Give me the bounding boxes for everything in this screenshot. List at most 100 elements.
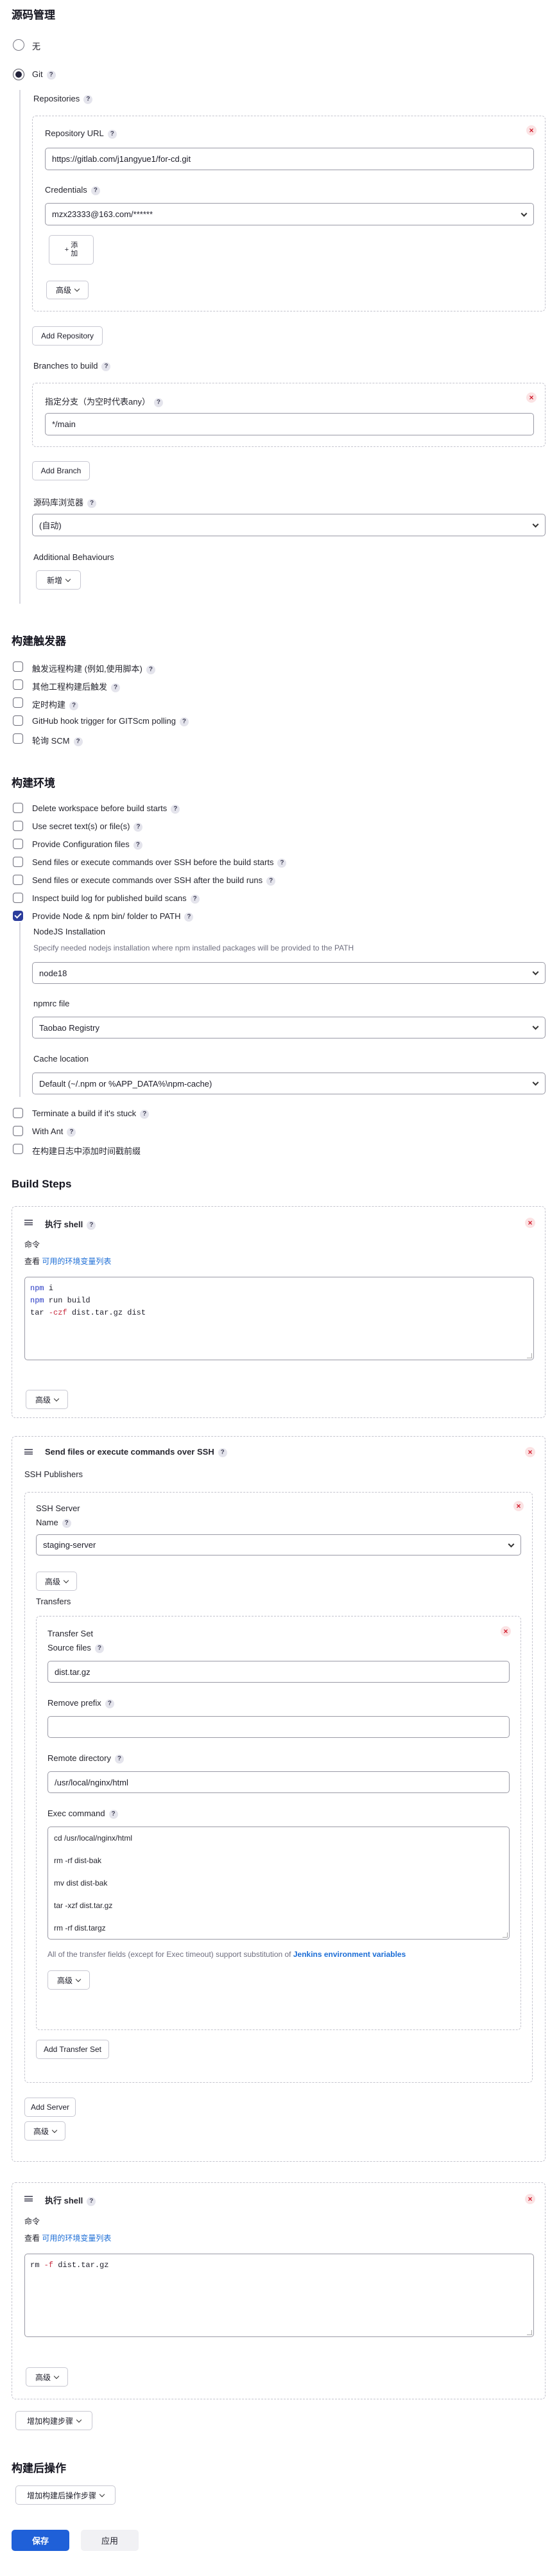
radio-git[interactable] bbox=[13, 69, 24, 80]
checkbox[interactable] bbox=[13, 697, 23, 708]
help-icon[interactable]: ? bbox=[87, 2196, 96, 2206]
checkbox[interactable] bbox=[13, 679, 23, 690]
browser-select[interactable]: (自动) bbox=[32, 514, 546, 536]
delete-server-icon[interactable]: × bbox=[513, 1501, 524, 1511]
help-icon[interactable]: ? bbox=[277, 858, 287, 868]
transfer-advanced-button[interactable]: 高级 bbox=[47, 1970, 90, 1990]
help-icon[interactable]: ? bbox=[46, 70, 56, 80]
shell-1-command-editor[interactable]: npm i npm run build tar -czf dist.tar.gz d… bbox=[24, 1277, 534, 1360]
delete-step-icon[interactable]: × bbox=[525, 1447, 535, 1457]
code-line: npm run build bbox=[30, 1295, 528, 1307]
help-icon[interactable]: ? bbox=[108, 1809, 118, 1819]
help-icon[interactable]: ? bbox=[184, 912, 194, 922]
add-credentials-button[interactable]: + 添 加 bbox=[49, 235, 94, 265]
help-icon[interactable]: ? bbox=[107, 129, 117, 139]
checkbox[interactable] bbox=[13, 839, 23, 849]
help-icon[interactable]: ? bbox=[62, 1518, 71, 1528]
help-icon[interactable]: ? bbox=[266, 876, 276, 886]
resize-handle-icon[interactable] bbox=[503, 1932, 508, 1938]
remove-prefix-input[interactable] bbox=[47, 1716, 510, 1738]
help-icon[interactable]: ? bbox=[153, 398, 163, 407]
add-behaviour-button[interactable]: 新增 bbox=[36, 570, 81, 590]
branch-input[interactable]: */main bbox=[45, 413, 534, 435]
help-icon[interactable]: ? bbox=[114, 1754, 124, 1764]
delete-repository-icon[interactable]: × bbox=[526, 125, 537, 136]
checkbox[interactable] bbox=[13, 733, 23, 744]
drag-handle-icon[interactable] bbox=[24, 1449, 33, 1455]
checkbox[interactable] bbox=[13, 893, 23, 903]
chevron-down-icon bbox=[51, 2127, 58, 2133]
resize-handle-icon[interactable] bbox=[527, 1353, 532, 1358]
shell-2-advanced-button[interactable]: 高级 bbox=[26, 2367, 68, 2387]
help-icon[interactable]: ? bbox=[171, 804, 180, 814]
help-icon[interactable]: ? bbox=[94, 1643, 104, 1653]
checkbox[interactable] bbox=[13, 911, 23, 921]
add-post-build-button[interactable]: 增加构建后操作步骤 bbox=[15, 2485, 116, 2505]
shell-1-advanced-button[interactable]: 高级 bbox=[26, 1390, 68, 1409]
checkbox[interactable] bbox=[13, 1144, 23, 1154]
checkbox[interactable] bbox=[13, 803, 23, 813]
help-icon[interactable]: ? bbox=[218, 1448, 227, 1457]
add-server-button[interactable]: Add Server bbox=[24, 2098, 76, 2117]
exec-line: cd /usr/local/nginx/html bbox=[54, 1834, 133, 1843]
help-icon[interactable]: ? bbox=[90, 186, 100, 195]
delete-step-icon[interactable]: × bbox=[525, 2194, 535, 2204]
help-icon[interactable]: ? bbox=[87, 498, 97, 508]
help-icon[interactable]: ? bbox=[111, 683, 121, 692]
radio-none[interactable] bbox=[13, 39, 24, 51]
ssh-advanced-button[interactable]: 高级 bbox=[24, 2121, 65, 2141]
ssh-name-select[interactable]: staging-server bbox=[36, 1534, 521, 1555]
jenkins-env-vars-link[interactable]: Jenkins environment variables bbox=[293, 1950, 406, 1959]
repo-advanced-button[interactable]: 高级 bbox=[46, 281, 89, 299]
drag-handle-icon[interactable] bbox=[24, 1220, 33, 1225]
node-indent-bar bbox=[19, 922, 21, 1097]
shell-2-command-editor[interactable]: rm -f dist.tar.gz bbox=[24, 2254, 534, 2337]
repositories-label: Repositories? bbox=[33, 94, 93, 104]
help-icon[interactable]: ? bbox=[190, 894, 200, 904]
add-repository-button[interactable]: Add Repository bbox=[32, 326, 103, 346]
exec-command-textarea[interactable]: cd /usr/local/nginx/html rm -rf dist-bak m… bbox=[47, 1827, 510, 1940]
checkbox[interactable] bbox=[13, 875, 23, 885]
checkbox[interactable] bbox=[13, 662, 23, 672]
add-transfer-set-button[interactable]: Add Transfer Set bbox=[36, 2040, 109, 2059]
nodejs-value: node18 bbox=[39, 968, 67, 978]
help-icon[interactable]: ? bbox=[67, 1127, 76, 1137]
credentials-select[interactable]: mzx23333@163.com/****** bbox=[45, 203, 534, 225]
nodejs-select[interactable]: node18 bbox=[32, 962, 546, 984]
help-icon[interactable]: ? bbox=[133, 822, 143, 832]
help-icon[interactable]: ? bbox=[133, 840, 142, 850]
help-icon[interactable]: ? bbox=[69, 701, 79, 710]
delete-step-icon[interactable]: × bbox=[525, 1218, 535, 1228]
env-vars-link[interactable]: 可用的环境变量列表 bbox=[42, 2234, 111, 2243]
checkbox-label: 在构建日志中添加时间戳前缀 bbox=[32, 1144, 141, 1157]
save-button[interactable]: 保存 bbox=[12, 2530, 69, 2551]
drag-handle-icon[interactable] bbox=[24, 2196, 33, 2202]
help-icon[interactable]: ? bbox=[73, 737, 83, 746]
help-icon[interactable]: ? bbox=[140, 1109, 150, 1119]
remote-dir-input[interactable]: /usr/local/nginx/html bbox=[47, 1771, 510, 1793]
checkbox[interactable] bbox=[13, 715, 23, 726]
help-icon[interactable]: ? bbox=[105, 1699, 114, 1708]
add-build-step-button[interactable]: 增加构建步骤 bbox=[15, 2411, 92, 2430]
npmrc-select[interactable]: Taobao Registry bbox=[32, 1017, 546, 1038]
apply-button[interactable]: 应用 bbox=[81, 2530, 139, 2551]
add-branch-button[interactable]: Add Branch bbox=[32, 461, 90, 480]
ssh-server-advanced-button[interactable]: 高级 bbox=[36, 1572, 77, 1591]
env-vars-link[interactable]: 可用的环境变量列表 bbox=[42, 1257, 111, 1266]
help-icon[interactable]: ? bbox=[87, 1220, 96, 1230]
resize-handle-icon[interactable] bbox=[527, 2330, 532, 2335]
help-icon[interactable]: ? bbox=[83, 94, 93, 104]
checkbox[interactable] bbox=[13, 1126, 23, 1136]
delete-branch-icon[interactable]: × bbox=[526, 392, 537, 403]
help-icon[interactable]: ? bbox=[146, 665, 155, 674]
checkbox[interactable] bbox=[13, 857, 23, 867]
checkbox[interactable] bbox=[13, 1108, 23, 1118]
checkbox[interactable] bbox=[13, 821, 23, 831]
delete-transfer-icon[interactable]: × bbox=[501, 1626, 511, 1636]
help-icon[interactable]: ? bbox=[101, 362, 111, 371]
cache-select[interactable]: Default (~/.npm or %APP_DATA%\npm-cache) bbox=[32, 1073, 546, 1094]
help-icon[interactable]: ? bbox=[179, 717, 189, 726]
repo-url-input[interactable]: https://gitlab.com/j1angyue1/for-cd.git bbox=[45, 148, 534, 170]
source-files-input[interactable]: dist.tar.gz bbox=[47, 1661, 510, 1683]
credentials-value: mzx23333@163.com/****** bbox=[52, 209, 153, 219]
